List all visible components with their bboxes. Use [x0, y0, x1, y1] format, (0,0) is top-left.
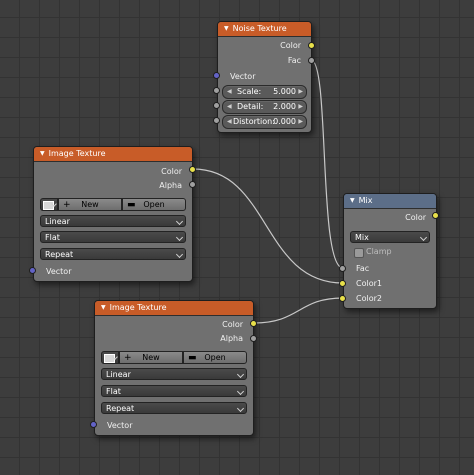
node-title: Image Texture — [109, 303, 167, 312]
input-vector-label: Vector — [46, 267, 72, 276]
projection-value: Flat — [106, 387, 121, 396]
new-label: New — [142, 353, 160, 362]
chevron-down-icon — [236, 387, 245, 396]
image-selector[interactable]: + New ▬ Open — [40, 198, 186, 211]
increment-arrow-icon[interactable]: ▶ — [298, 86, 303, 98]
image2-alpha-output-socket[interactable] — [250, 335, 257, 342]
noise-texture-node[interactable]: ▼ Noise Texture Color Fac Vector ◀ Scale:… — [217, 21, 312, 133]
blend-type-value: Mix — [355, 233, 369, 242]
increment-arrow-icon[interactable]: ▶ — [298, 116, 303, 128]
scale-label: Scale: — [237, 87, 262, 96]
image-browse-button[interactable] — [101, 351, 119, 364]
increment-arrow-icon[interactable]: ▶ — [298, 101, 303, 113]
output-alpha-label: Alpha — [159, 181, 182, 190]
distortion-value: 0.000 — [273, 117, 296, 126]
interpolation-dropdown[interactable]: Linear — [40, 215, 186, 227]
extension-value: Repeat — [106, 404, 135, 413]
image-selector[interactable]: + New ▬ Open — [101, 351, 247, 364]
open-image-button[interactable]: ▬ Open — [183, 351, 247, 364]
input-vector-label: Vector — [230, 72, 256, 81]
extension-dropdown[interactable]: Repeat — [40, 248, 186, 260]
open-image-button[interactable]: ▬ Open — [122, 198, 186, 211]
scale-field[interactable]: ◀ Scale: 5.000 ▶ — [222, 85, 307, 99]
chevron-down-icon — [236, 370, 245, 379]
output-color-label: Color — [161, 167, 182, 176]
output-color-label: Color — [405, 213, 426, 222]
open-label: Open — [143, 200, 165, 209]
interpolation-value: Linear — [45, 217, 70, 226]
image-texture-header[interactable]: ▼ Image Texture — [95, 301, 253, 316]
input-color1-label: Color1 — [356, 279, 382, 288]
image1-alpha-output-socket[interactable] — [189, 181, 196, 188]
clamp-checkbox[interactable] — [354, 248, 364, 258]
collapse-arrow-icon[interactable]: ▼ — [224, 22, 229, 36]
collapse-arrow-icon[interactable]: ▼ — [101, 301, 106, 315]
new-label: New — [81, 200, 99, 209]
distortion-field[interactable]: ◀ Distortion: 0.000 ▶ — [222, 115, 307, 129]
decrement-arrow-icon[interactable]: ◀ — [227, 86, 232, 98]
mix-header[interactable]: ▼ Mix — [344, 194, 436, 209]
scale-value: 5.000 — [273, 87, 296, 96]
output-alpha-label: Alpha — [220, 334, 243, 343]
noise-texture-header[interactable]: ▼ Noise Texture — [218, 22, 311, 37]
detail-label: Detail: — [237, 102, 264, 111]
image-browse-button[interactable] — [40, 198, 58, 211]
mix-color2-input-socket[interactable] — [339, 295, 346, 302]
collapse-arrow-icon[interactable]: ▼ — [40, 147, 45, 161]
input-vector-label: Vector — [107, 421, 133, 430]
noise-color-output-socket[interactable] — [308, 42, 315, 49]
output-color-label: Color — [222, 320, 243, 329]
distortion-label: Distortion: — [233, 117, 275, 126]
noise-distortion-input-socket[interactable] — [213, 117, 220, 124]
mix-fac-input-socket[interactable] — [339, 265, 346, 272]
image2-color-output-socket[interactable] — [250, 320, 257, 327]
decrement-arrow-icon[interactable]: ◀ — [227, 101, 232, 113]
node-title: Noise Texture — [232, 24, 287, 33]
chevron-down-icon — [175, 233, 184, 242]
link-image1-color-to-mix-color1 — [192, 168, 344, 284]
image1-vector-input-socket[interactable] — [29, 267, 36, 274]
new-image-button[interactable]: + New — [58, 198, 122, 211]
link-image2-color-to-mix-color2 — [253, 297, 344, 324]
projection-value: Flat — [45, 233, 60, 242]
noise-fac-output-socket[interactable] — [308, 57, 315, 64]
projection-dropdown[interactable]: Flat — [101, 385, 247, 397]
noise-scale-input-socket[interactable] — [213, 87, 220, 94]
image1-color-output-socket[interactable] — [189, 166, 196, 173]
collapse-arrow-icon[interactable]: ▼ — [350, 194, 355, 208]
output-color-label: Color — [280, 41, 301, 50]
input-color2-label: Color2 — [356, 294, 382, 303]
mix-color-output-socket[interactable] — [432, 212, 439, 219]
interpolation-value: Linear — [106, 370, 131, 379]
projection-dropdown[interactable]: Flat — [40, 231, 186, 243]
detail-value: 2.000 — [273, 102, 296, 111]
chevron-down-icon — [236, 404, 245, 413]
image-texture-header[interactable]: ▼ Image Texture — [34, 147, 192, 162]
blend-type-dropdown[interactable]: Mix — [350, 231, 430, 243]
noise-detail-input-socket[interactable] — [213, 102, 220, 109]
node-title: Mix — [358, 196, 373, 205]
mix-node[interactable]: ▼ Mix Color Mix Clamp Fac Color1 Color2 — [343, 193, 437, 309]
input-fac-label: Fac — [356, 264, 370, 273]
mix-color1-input-socket[interactable] — [339, 280, 346, 287]
extension-dropdown[interactable]: Repeat — [101, 402, 247, 414]
chevron-down-icon — [175, 217, 184, 226]
clamp-label: Clamp — [366, 247, 392, 256]
chevron-down-icon — [175, 250, 184, 259]
node-title: Image Texture — [48, 149, 106, 158]
output-fac-label: Fac — [287, 56, 301, 65]
noise-vector-input-socket[interactable] — [213, 72, 220, 79]
decrement-arrow-icon[interactable]: ◀ — [227, 116, 232, 128]
image-texture-node-1[interactable]: ▼ Image Texture Color Alpha + New ▬ Open … — [33, 146, 193, 282]
link-noise-fac-to-mix-fac — [310, 59, 344, 269]
new-image-button[interactable]: + New — [119, 351, 183, 364]
extension-value: Repeat — [45, 250, 74, 259]
open-label: Open — [204, 353, 226, 362]
image2-vector-input-socket[interactable] — [90, 421, 97, 428]
detail-field[interactable]: ◀ Detail: 2.000 ▶ — [222, 100, 307, 114]
chevron-down-icon — [419, 233, 428, 242]
interpolation-dropdown[interactable]: Linear — [101, 368, 247, 380]
image-texture-node-2[interactable]: ▼ Image Texture Color Alpha + New ▬ Open … — [94, 300, 254, 436]
